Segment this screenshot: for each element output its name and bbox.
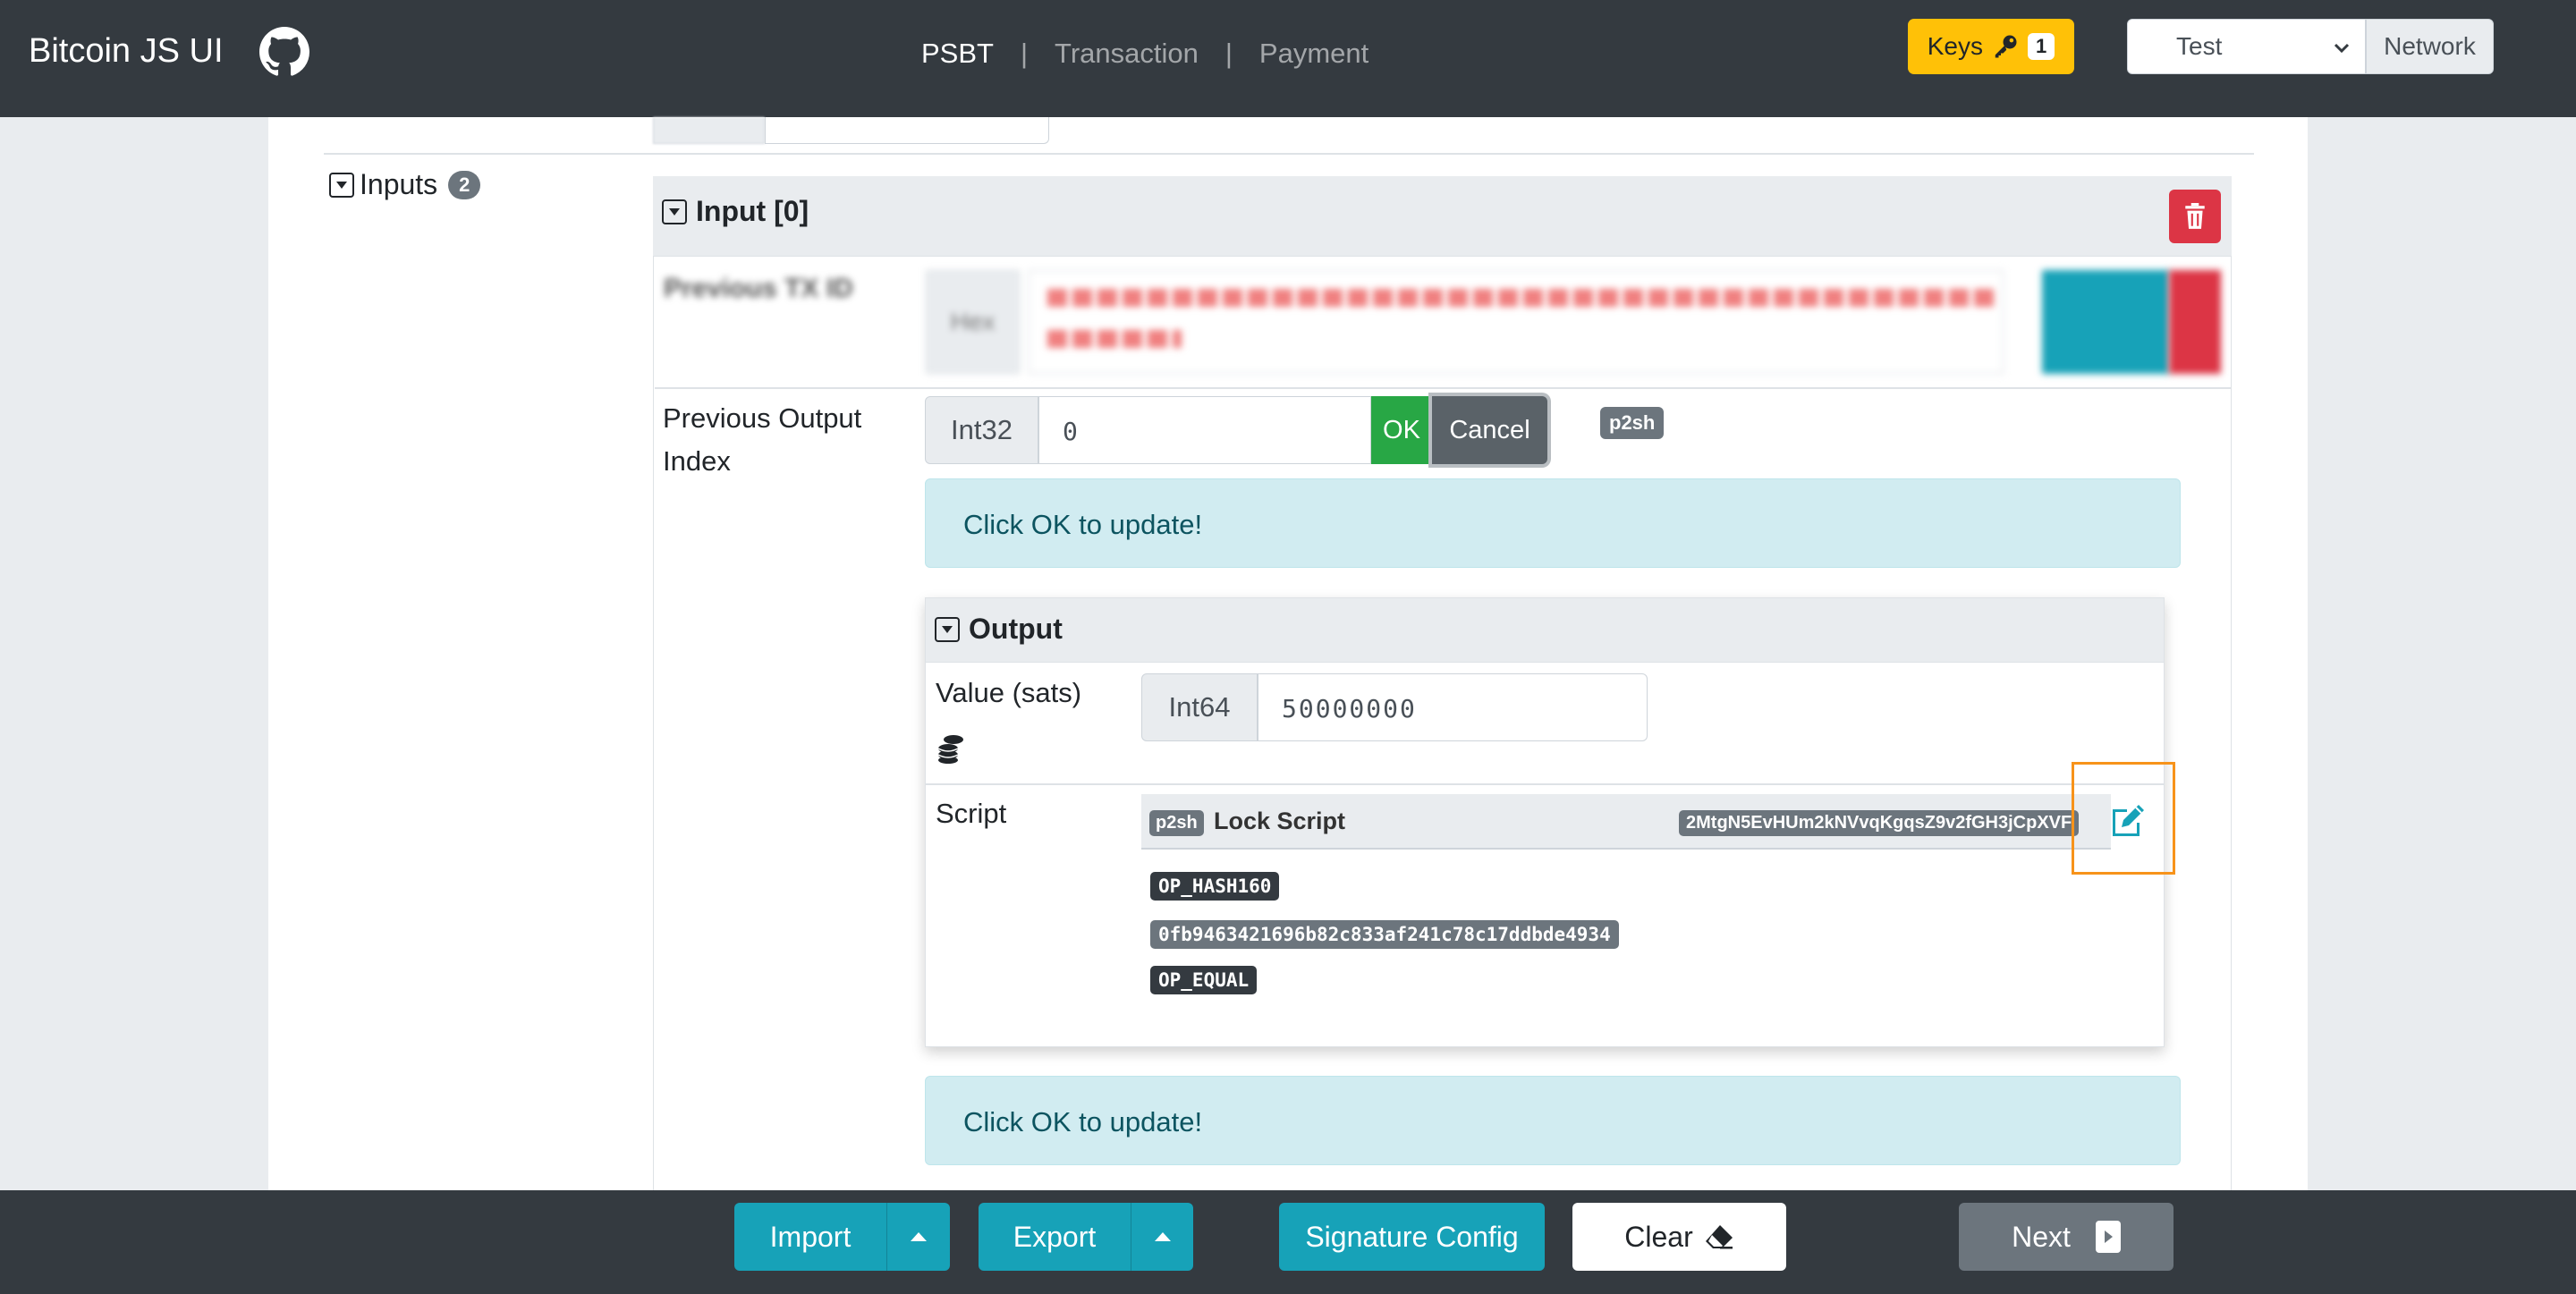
clear-button[interactable]: Clear xyxy=(1572,1203,1786,1271)
lock-script-type-badge: p2sh xyxy=(1149,810,1204,836)
prev-txid-label: Previous TX ID xyxy=(664,274,853,303)
brand-title[interactable]: Bitcoin JS UI xyxy=(29,32,224,71)
update-alert: Click OK to update! xyxy=(925,1076,2181,1165)
export-dropdown-toggle[interactable] xyxy=(1131,1203,1193,1271)
import-button[interactable]: Import xyxy=(734,1203,886,1271)
keys-button[interactable]: Keys 1 xyxy=(1908,19,2074,74)
input-title: Input [0] xyxy=(696,195,809,227)
divider xyxy=(655,387,2231,389)
trash-icon xyxy=(2185,203,2205,229)
lock-script-title: Lock Script xyxy=(1214,808,1346,834)
input-card-header xyxy=(653,176,2232,257)
divider xyxy=(324,153,2254,155)
scrolled-field-input[interactable] xyxy=(765,117,1049,144)
output-index-input[interactable]: 0 xyxy=(1038,396,1371,464)
inputs-label: Inputs xyxy=(360,168,438,200)
network-select-value: Test xyxy=(2176,32,2223,60)
collapse-caret-icon xyxy=(329,172,354,198)
int64-prefix: Int64 xyxy=(1141,673,1258,741)
chevron-down-icon xyxy=(2334,43,2350,54)
nav-separator: | xyxy=(1224,38,1233,69)
ok-button[interactable]: OK xyxy=(1371,396,1432,464)
prev-txid-prefix: Hex xyxy=(926,270,1020,374)
script-type-badge: p2sh xyxy=(1600,407,1665,439)
prev-txid-input[interactable] xyxy=(1029,270,2004,374)
output-title: Output xyxy=(969,613,1063,645)
network-label: Network xyxy=(2366,19,2494,74)
value-input[interactable]: 50000000 xyxy=(1258,673,1648,741)
input-toggle[interactable]: Input [0] xyxy=(662,195,809,228)
collapse-caret-icon xyxy=(662,199,687,224)
nav-link-psbt[interactable]: PSBT xyxy=(921,38,994,70)
address-badge: 2MtgN5EvHUm2kNVvqKgqsZ9v2fGH3jCpXVF xyxy=(1679,810,2080,836)
keys-count-badge: 1 xyxy=(2028,33,2055,60)
key-icon xyxy=(1995,35,2017,58)
edit-highlight-box xyxy=(2072,762,2175,875)
value-label: Value (sats) xyxy=(936,677,1082,708)
signature-config-button[interactable]: Signature Config xyxy=(1279,1203,1545,1271)
github-icon[interactable] xyxy=(259,27,309,77)
prev-output-index-line-2: Index xyxy=(663,445,731,477)
caret-right-square-icon xyxy=(2095,1221,2121,1253)
prev-output-index-label: Previous Output Index xyxy=(663,397,861,483)
opcode-badge: OP_HASH160 xyxy=(1150,872,1280,901)
int32-prefix: Int32 xyxy=(925,396,1038,464)
network-select[interactable]: Test xyxy=(2127,19,2366,74)
view-tx-button[interactable] xyxy=(2042,270,2169,374)
collapse-caret-icon xyxy=(935,616,960,642)
keys-label: Keys xyxy=(1927,32,1983,60)
eraser-icon xyxy=(1705,1225,1733,1249)
top-navbar: Bitcoin JS UI PSBT | Transaction | Payment K… xyxy=(0,0,2576,117)
opcode-badge: OP_EQUAL xyxy=(1150,966,1258,994)
delete-input-button[interactable] xyxy=(2169,190,2221,243)
prev-output-index-line-1: Previous Output xyxy=(663,402,862,434)
next-label: Next xyxy=(2012,1220,2071,1253)
clear-label: Clear xyxy=(1624,1220,1693,1253)
next-button[interactable]: Next xyxy=(1959,1203,2174,1271)
nav-link-transaction[interactable]: Transaction xyxy=(1055,38,1199,70)
inputs-toggle[interactable]: Inputs 2 xyxy=(329,168,481,201)
main-nav: PSBT | Transaction | Payment xyxy=(921,38,1368,70)
inputs-count-badge: 2 xyxy=(448,170,481,199)
cancel-button[interactable]: Cancel xyxy=(1432,396,1547,464)
nav-link-payment[interactable]: Payment xyxy=(1259,38,1368,70)
scrolled-field-prefix xyxy=(653,117,765,144)
coins-icon xyxy=(937,735,963,764)
update-alert: Click OK to update! xyxy=(925,478,2181,568)
output-toggle[interactable]: Output xyxy=(935,613,1063,646)
divider xyxy=(926,783,2164,785)
hash-badge: 0fb9463421696b82c833af241c78c17ddbde4934 xyxy=(1150,920,1619,949)
output-card-header xyxy=(926,598,2164,663)
export-button[interactable]: Export xyxy=(979,1203,1131,1271)
nav-separator: | xyxy=(1020,38,1029,69)
script-label: Script xyxy=(936,798,1007,829)
clear-txid-button[interactable] xyxy=(2169,270,2221,374)
import-dropdown-toggle[interactable] xyxy=(886,1203,950,1271)
